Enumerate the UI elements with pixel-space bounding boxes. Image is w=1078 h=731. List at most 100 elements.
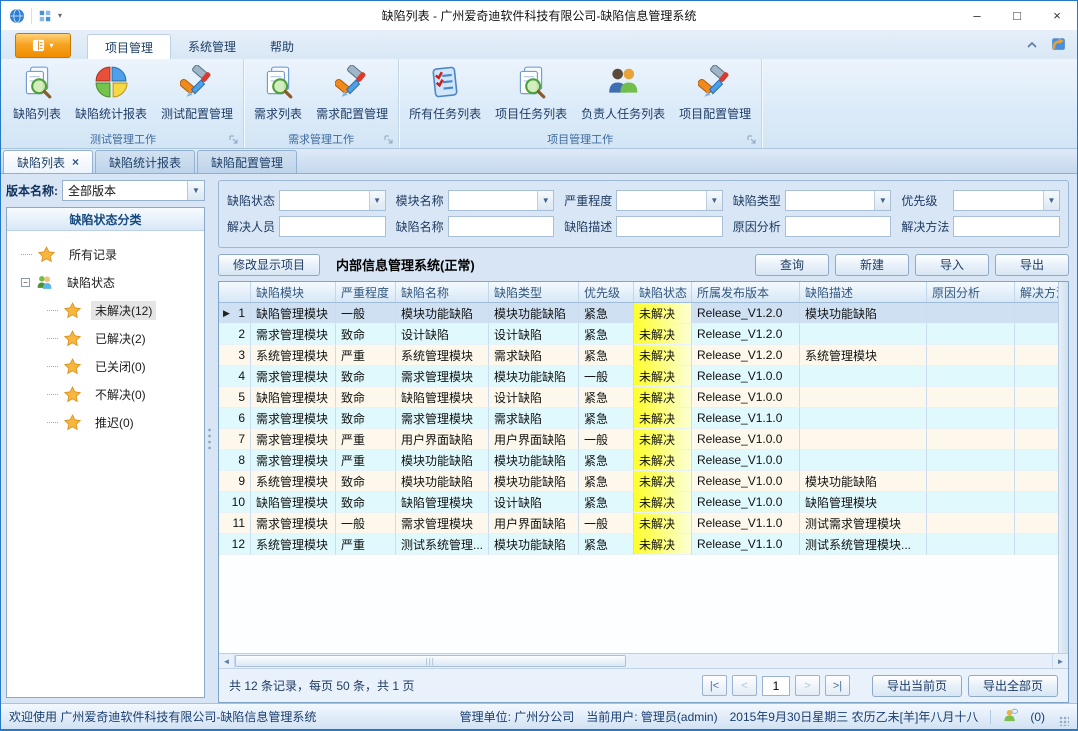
column-header[interactable]: 严重程度 xyxy=(336,282,396,302)
cell-type: 用户界面缺陷 xyxy=(489,513,579,534)
tree-item-postponed[interactable]: 推迟(0) xyxy=(11,408,200,436)
online-user-icon[interactable] xyxy=(1003,708,1018,726)
collapse-ribbon-icon[interactable] xyxy=(1026,38,1038,52)
table-row[interactable]: 8需求管理模块严重模块功能缺陷模块功能缺陷紧急未解决Release_V1.0.0 xyxy=(219,450,1058,471)
import-button[interactable]: 导入 xyxy=(915,254,989,276)
new-button[interactable]: 新建 xyxy=(835,254,909,276)
export-all-pages-button[interactable]: 导出全部页 xyxy=(968,675,1058,697)
ribbon-button-defect-list[interactable]: 缺陷列表 xyxy=(6,62,68,130)
export-current-page-button[interactable]: 导出当前页 xyxy=(872,675,962,697)
column-header[interactable]: 解决方法 xyxy=(1015,282,1058,302)
tree-connector xyxy=(47,394,58,395)
ribbon-button-project-config[interactable]: 项目配置管理 xyxy=(672,62,758,130)
scrollbar-thumb[interactable]: ||| xyxy=(235,655,626,667)
minimize-button[interactable]: – xyxy=(957,1,997,30)
dialog-launcher-icon[interactable] xyxy=(383,134,394,145)
table-row[interactable]: 7需求管理模块严重用户界面缺陷用户界面缺陷一般未解决Release_V1.0.0 xyxy=(219,429,1058,450)
ribbon-button-all-tasks[interactable]: 所有任务列表 xyxy=(402,62,488,130)
tree-item-resolved[interactable]: 已解决(2) xyxy=(11,324,200,352)
table-row[interactable]: 4需求管理模块致命需求管理模块模块功能缺陷一般未解决Release_V1.0.0 xyxy=(219,366,1058,387)
filter-input-resolver[interactable] xyxy=(279,216,386,237)
table-row[interactable]: 11需求管理模块一般需求管理模块用户界面缺陷一般未解决Release_V1.1.… xyxy=(219,513,1058,534)
application-menu-button[interactable]: ▾ xyxy=(15,33,71,58)
column-header[interactable]: 缺陷名称 xyxy=(396,282,489,302)
resize-grip[interactable] xyxy=(1059,716,1069,726)
modify-columns-button[interactable]: 修改显示项目 xyxy=(218,254,320,276)
chevron-down-icon[interactable]: ▾ xyxy=(58,11,62,20)
ribbon-button-requirement-list[interactable]: 需求列表 xyxy=(247,62,309,130)
column-header[interactable]: 缺陷状态 xyxy=(634,282,692,302)
help-icon[interactable] xyxy=(1050,35,1067,55)
filter-input-solution[interactable] xyxy=(953,216,1060,237)
ribbon-button-owner-tasks[interactable]: 负责人任务列表 xyxy=(574,62,672,130)
filter-select-defect-type[interactable]: ▼ xyxy=(785,190,892,211)
column-header[interactable]: 所属发布版本 xyxy=(692,282,800,302)
filter-input-cause-analysis[interactable] xyxy=(785,216,892,237)
ribbon-tab-help[interactable]: 帮助 xyxy=(253,34,311,59)
table-row[interactable]: 9系统管理模块致命模块功能缺陷模块功能缺陷紧急未解决Release_V1.0.0… xyxy=(219,471,1058,492)
column-header[interactable]: 缺陷模块 xyxy=(251,282,336,302)
chevron-down-icon[interactable]: ▼ xyxy=(537,191,553,210)
tree-item-label: 已解决(2) xyxy=(91,329,150,348)
application-window: ▾ 缺陷列表 - 广州爱奇迪软件科技有限公司-缺陷信息管理系统 – □ × ▾ … xyxy=(0,0,1078,731)
chevron-down-icon[interactable]: ▼ xyxy=(369,191,385,210)
version-select[interactable]: 全部版本 ▼ xyxy=(62,180,205,201)
window-title: 缺陷列表 - 广州爱奇迪软件科技有限公司-缺陷信息管理系统 xyxy=(1,7,1077,24)
query-button[interactable]: 查询 xyxy=(755,254,829,276)
chevron-down-icon[interactable]: ▼ xyxy=(706,191,722,210)
table-row[interactable]: 2需求管理模块致命设计缺陷设计缺陷紧急未解决Release_V1.2.0 xyxy=(219,324,1058,345)
table-row[interactable]: 5缺陷管理模块致命缺陷管理模块设计缺陷紧急未解决Release_V1.0.0 xyxy=(219,387,1058,408)
maximize-button[interactable]: □ xyxy=(997,1,1037,30)
column-header[interactable] xyxy=(219,282,251,302)
tree-item-defect-status[interactable]: −缺陷状态 xyxy=(11,268,200,296)
close-button[interactable]: × xyxy=(1037,1,1077,30)
splitter-handle[interactable] xyxy=(205,174,214,703)
vertical-scrollbar[interactable] xyxy=(1058,282,1068,653)
filter-select-severity[interactable]: ▼ xyxy=(616,190,723,211)
prev-page-button[interactable]: < xyxy=(732,675,757,696)
ribbon-button-project-tasks[interactable]: 项目任务列表 xyxy=(488,62,574,130)
table-row[interactable]: 12系统管理模块严重测试系统管理...模块功能缺陷紧急未解决Release_V1… xyxy=(219,534,1058,555)
tree-expander-icon[interactable]: − xyxy=(21,278,30,287)
doc-tab[interactable]: 缺陷列表× xyxy=(3,150,93,173)
ribbon-tab-project-management[interactable]: 项目管理 xyxy=(87,34,171,59)
ribbon-tab-system-management[interactable]: 系统管理 xyxy=(171,34,253,59)
tree-item-closed[interactable]: 已关闭(0) xyxy=(11,352,200,380)
ribbon-button-defect-report[interactable]: 缺陷统计报表 xyxy=(68,62,154,130)
export-button[interactable]: 导出 xyxy=(995,254,1069,276)
ribbon-button-test-config[interactable]: 测试配置管理 xyxy=(154,62,240,130)
ribbon-button-requirement-config[interactable]: 需求配置管理 xyxy=(309,62,395,130)
scroll-left-icon[interactable]: ◄ xyxy=(219,654,235,668)
scroll-right-icon[interactable]: ► xyxy=(1052,654,1068,668)
doc-tab[interactable]: 缺陷配置管理 xyxy=(197,150,297,173)
tree-item-wontfix[interactable]: 不解决(0) xyxy=(11,380,200,408)
horizontal-scrollbar[interactable]: ◄ ||| ► xyxy=(219,653,1068,668)
last-page-button[interactable]: >| xyxy=(825,675,850,696)
column-header[interactable]: 缺陷描述 xyxy=(800,282,927,302)
table-row[interactable]: 10缺陷管理模块致命缺陷管理模块设计缺陷紧急未解决Release_V1.0.0缺… xyxy=(219,492,1058,513)
table-row[interactable]: ▶1缺陷管理模块一般模块功能缺陷模块功能缺陷紧急未解决Release_V1.2.… xyxy=(219,303,1058,324)
dialog-launcher-icon[interactable] xyxy=(228,134,239,145)
chevron-down-icon[interactable]: ▼ xyxy=(874,191,890,210)
layout-grid-icon[interactable] xyxy=(38,9,52,23)
column-header[interactable]: 原因分析 xyxy=(927,282,1015,302)
filter-select-module-name[interactable]: ▼ xyxy=(448,190,555,211)
filter-input-defect-name[interactable] xyxy=(448,216,555,237)
table-row[interactable]: 6需求管理模块致命需求管理模块需求缺陷紧急未解决Release_V1.1.0 xyxy=(219,408,1058,429)
tree-item-all-records[interactable]: 所有记录 xyxy=(11,240,200,268)
close-icon[interactable]: × xyxy=(72,155,79,169)
first-page-button[interactable]: |< xyxy=(702,675,727,696)
filter-input-defect-desc[interactable] xyxy=(616,216,723,237)
filter-select-defect-status[interactable]: ▼ xyxy=(279,190,386,211)
chevron-down-icon[interactable]: ▼ xyxy=(187,181,204,200)
page-number-input[interactable] xyxy=(762,676,790,696)
column-header[interactable]: 优先级 xyxy=(579,282,634,302)
table-row[interactable]: 3系统管理模块严重系统管理模块需求缺陷紧急未解决Release_V1.2.0系统… xyxy=(219,345,1058,366)
column-header[interactable]: 缺陷类型 xyxy=(489,282,579,302)
filter-select-priority[interactable]: ▼ xyxy=(953,190,1060,211)
next-page-button[interactable]: > xyxy=(795,675,820,696)
doc-tab[interactable]: 缺陷统计报表 xyxy=(95,150,195,173)
tree-item-unresolved[interactable]: 未解决(12) xyxy=(11,296,200,324)
dialog-launcher-icon[interactable] xyxy=(746,134,757,145)
chevron-down-icon[interactable]: ▼ xyxy=(1043,191,1059,210)
